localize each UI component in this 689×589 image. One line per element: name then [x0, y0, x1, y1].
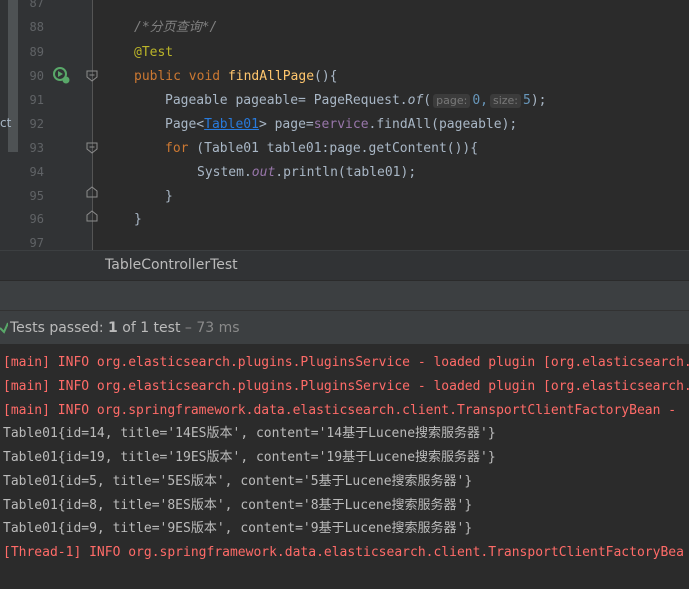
line-number: 97 [29, 236, 44, 250]
code-static-field: out [251, 165, 276, 180]
status-prefix: Tests passed: [10, 320, 109, 336]
code-keyword: for [165, 141, 189, 156]
code-field: service [313, 117, 369, 132]
line-number: 95 [29, 189, 44, 203]
fold-marker-icon[interactable] [86, 186, 98, 198]
status-duration: – 73 ms [180, 320, 240, 336]
code-line[interactable]: } [134, 212, 142, 228]
test-status-text: Tests passed: 1 of 1 test – 73 ms [10, 320, 240, 336]
console-line: Table01{id=19, title='19ES版本', content='… [3, 450, 496, 465]
line-number: 93 [29, 141, 44, 155]
code-line[interactable]: Page<Table01> page=service.findAll(pagea… [165, 117, 517, 133]
code-line[interactable]: public void findAllPage(){ [134, 69, 338, 85]
code-editor[interactable]: ct 87 88 89 90 91 92 93 94 95 96 97 /*分页… [0, 0, 689, 250]
code-text: > page= [258, 117, 314, 132]
console-line: [main] INFO org.elasticsearch.plugins.Pl… [3, 379, 689, 394]
console-line: Table01{id=8, title='8ES版本', content='8基… [3, 498, 473, 513]
line-number: 88 [29, 20, 44, 34]
code-line[interactable]: Pageable pageable= PageRequest.of(page: 0… [165, 93, 547, 109]
code-text: } [134, 212, 142, 227]
line-number: 89 [29, 45, 44, 59]
test-status-bar: Tests passed: 1 of 1 test – 73 ms [0, 310, 689, 345]
line-number: 90 [29, 69, 44, 83]
console-line: Table01{id=9, title='9ES版本', content='9基… [3, 521, 473, 536]
code-text: .println(table01); [275, 165, 417, 180]
code-text: System. [197, 165, 252, 180]
status-count: 1 [108, 320, 118, 336]
code-text: ( [423, 93, 432, 108]
code-comment: /*分页查询*/ [134, 20, 218, 35]
code-keyword: public [134, 69, 181, 84]
code-keyword: void [188, 69, 221, 84]
console-line: [Thread-1] INFO org.springframework.data… [3, 545, 684, 560]
line-number: 91 [29, 93, 44, 107]
fold-marker-icon[interactable] [86, 142, 98, 154]
fold-marker-icon[interactable] [86, 210, 98, 222]
line-number: 87 [29, 0, 44, 10]
console-output[interactable]: [main] INFO org.elasticsearch.plugins.Pl… [0, 344, 689, 589]
code-line[interactable]: /*分页查询*/ [134, 20, 217, 36]
breadcrumb: TableControllerTest [0, 250, 689, 281]
code-number: 0, [472, 93, 488, 108]
param-hint: size: [489, 94, 522, 108]
code-text: Page< [165, 117, 205, 132]
console-line: Table01{id=5, title='5ES版本', content='5基… [3, 474, 473, 489]
code-static-method: of [407, 93, 424, 108]
run-gutter-icon[interactable] [52, 66, 70, 84]
clipped-label: ct [0, 116, 12, 130]
code-method-name: findAllPage [227, 69, 315, 84]
left-tool-strip: ct [0, 0, 20, 250]
code-text: } [165, 189, 173, 204]
param-hint: page: [433, 94, 471, 108]
tests-passed-icon [0, 322, 8, 334]
console-line: [main] INFO org.elasticsearch.plugins.Pl… [3, 355, 689, 370]
code-type-link[interactable]: Table01 [204, 117, 259, 132]
code-line[interactable]: System.out.println(table01); [197, 165, 416, 181]
line-number: 96 [29, 212, 44, 226]
panel-divider[interactable] [0, 280, 689, 311]
code-text: .findAll(pageable); [368, 117, 518, 132]
code-number: 5 [523, 93, 531, 108]
console-line: [main] INFO org.springframework.data.ela… [3, 403, 684, 418]
fold-marker-icon[interactable] [86, 70, 98, 82]
console-line: Table01{id=14, title='14ES版本', content='… [3, 426, 496, 441]
code-annotation: @Test [134, 45, 174, 60]
code-line[interactable]: @Test [134, 45, 173, 61]
code-text: ); [530, 93, 547, 108]
line-number: 92 [29, 117, 44, 131]
code-text: (Table01 table01:page.getContent()){ [188, 141, 479, 156]
status-total: of 1 test [117, 320, 181, 336]
code-line[interactable]: } [165, 189, 173, 205]
code-line[interactable]: for (Table01 table01:page.getContent()){ [165, 141, 478, 157]
line-number: 94 [29, 165, 44, 179]
code-text: Pageable pageable= PageRequest. [165, 93, 408, 108]
breadcrumb-item[interactable]: TableControllerTest [105, 257, 238, 273]
code-text: (){ [314, 69, 338, 84]
